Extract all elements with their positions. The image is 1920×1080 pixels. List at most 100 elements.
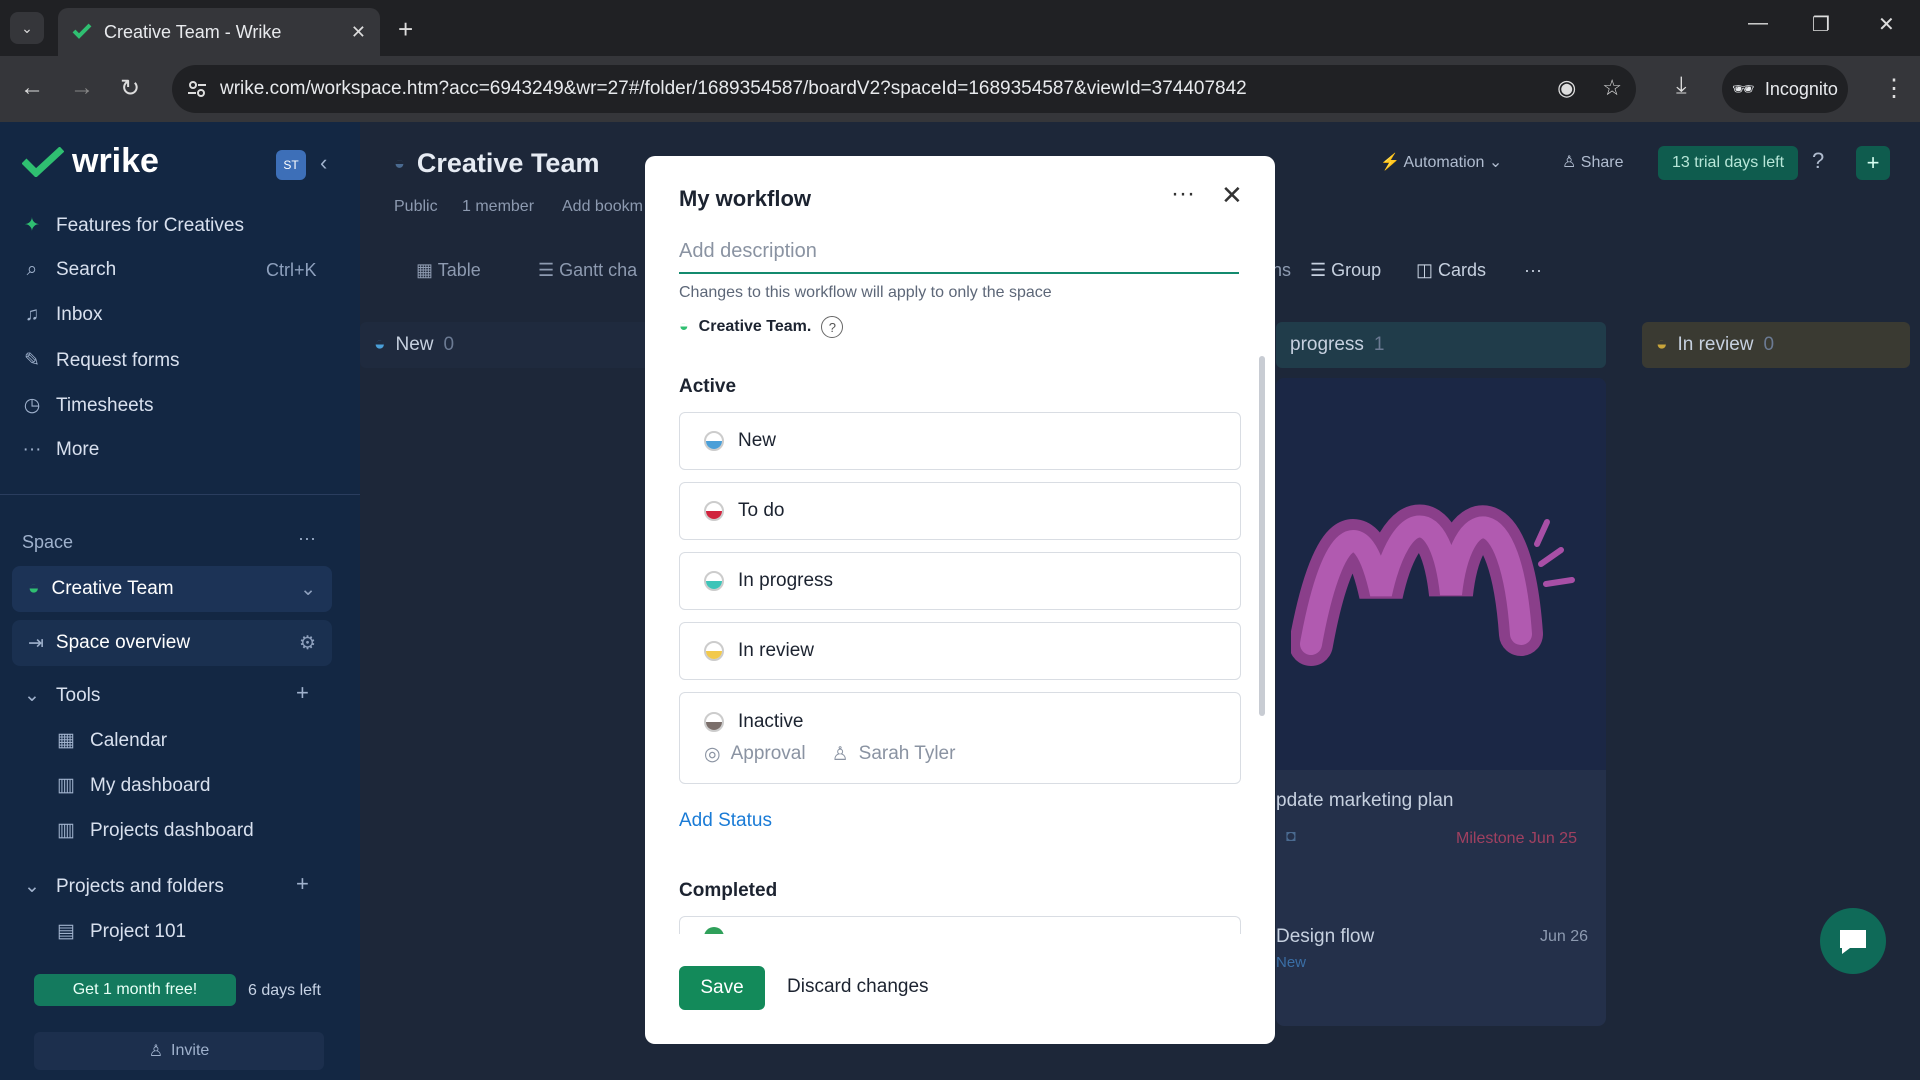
discard-changes-button[interactable]: Discard changes <box>787 976 929 998</box>
visibility-label[interactable]: Public <box>394 198 438 216</box>
share-button[interactable]: ♙ Share <box>1562 152 1624 172</box>
column-header-in-progress[interactable]: progress 1 <box>1276 322 1606 368</box>
status-row-inactive[interactable]: Inactive ◎ Approval ♙ Sarah Tyler <box>679 692 1241 784</box>
user-icon: ♙ <box>1562 154 1581 171</box>
browser-tab[interactable]: Creative Team - Wrike ✕ <box>58 8 380 56</box>
status-inactive-icon <box>704 711 724 732</box>
minimize-icon[interactable]: — <box>1748 12 1768 35</box>
card-title[interactable]: pdate marketing plan <box>1276 790 1453 812</box>
tab-search-button[interactable]: ⌄ <box>10 12 44 44</box>
sidebar-item-request-forms[interactable]: ✎ Request forms <box>22 349 180 372</box>
tab-table[interactable]: ▦ Table <box>416 260 481 281</box>
approval-label: Approval <box>730 743 806 764</box>
space-selector[interactable]: ◒ Creative Team ⌄ <box>12 566 332 612</box>
chevron-down-icon: ⌄ <box>24 876 40 897</box>
tools-section[interactable]: ⌄ Tools <box>22 684 100 707</box>
reload-icon[interactable]: ↻ <box>120 74 140 103</box>
browser-tab-bar: ⌄ Creative Team - Wrike ✕ + — ❐ ✕ <box>0 0 1920 56</box>
sidebar-item-timesheets[interactable]: ◷ Timesheets <box>22 394 154 417</box>
wrike-logo[interactable]: wrike <box>22 142 159 181</box>
sparkle-icon: ✦ <box>24 215 40 236</box>
workflow-modal: My workflow ··· ✕ Changes to this workfl… <box>645 156 1275 1044</box>
space-overview-item[interactable]: ⇥ Space overview ⚙ <box>12 620 332 666</box>
tool-item-my-dashboard[interactable]: ▥ My dashboard <box>56 774 210 797</box>
back-icon[interactable]: ← <box>20 74 44 102</box>
url-field[interactable]: wrike.com/workspace.htm?acc=6943249&wr=2… <box>172 65 1636 113</box>
space-section-label: Space <box>22 532 74 552</box>
column-label: In review <box>1677 334 1754 355</box>
forward-icon[interactable]: → <box>70 74 94 102</box>
incognito-badge[interactable]: 🕶 Incognito <box>1722 65 1848 113</box>
subtask-title[interactable]: Design flow <box>1276 926 1374 948</box>
window-close-icon[interactable]: ✕ <box>1878 12 1895 37</box>
browser-menu-icon[interactable]: ⋮ <box>1882 74 1906 103</box>
table-icon: ▦ <box>416 260 438 280</box>
site-info-icon[interactable] <box>186 78 208 100</box>
invite-button[interactable]: ♙ Invite <box>34 1032 324 1070</box>
tool-item-calendar[interactable]: ▦ Calendar <box>56 729 167 752</box>
help-icon[interactable]: ? <box>821 316 844 338</box>
close-icon[interactable]: ✕ <box>1221 180 1243 211</box>
status-row-in-review[interactable]: In review <box>679 622 1241 680</box>
save-button[interactable]: Save <box>679 966 765 1010</box>
column-header-new[interactable]: ◒ New 0 <box>360 322 660 368</box>
trial-badge[interactable]: 13 trial days left <box>1658 146 1798 180</box>
status-in-progress-icon <box>704 571 724 591</box>
incognito-label: Incognito <box>1764 78 1838 99</box>
cards-button[interactable]: ◫ Cards <box>1416 260 1486 281</box>
task-card[interactable]: pdate marketing plan ◘ Milestone Jun 25 … <box>1276 378 1606 1026</box>
get-free-month-button[interactable]: Get 1 month free! <box>34 974 236 1006</box>
modal-scrollbar[interactable] <box>1259 356 1265 716</box>
status-row-to-do[interactable]: To do <box>679 482 1241 540</box>
gantt-icon: ☰ <box>538 260 560 280</box>
add-bookmark-link[interactable]: Add bookm <box>562 198 643 216</box>
sidebar-item-label: Request forms <box>56 349 180 371</box>
projects-section[interactable]: ⌄ Projects and folders <box>22 875 224 898</box>
members-label[interactable]: 1 member <box>462 198 534 216</box>
chevron-down-icon: ⌄ <box>300 578 316 600</box>
add-tool-icon[interactable]: + <box>296 680 309 706</box>
help-icon[interactable]: ? <box>1812 148 1824 174</box>
sidebar-item-more[interactable]: ··· More <box>22 439 100 461</box>
automation-button[interactable]: ⚡ Automation ⌄ <box>1380 152 1502 172</box>
sidebar-item-inbox[interactable]: ♫ Inbox <box>22 304 103 326</box>
column-header-in-review[interactable]: ◒ In review 0 <box>1642 322 1910 368</box>
bookmark-star-icon[interactable]: ☆ <box>1602 75 1622 101</box>
avatar[interactable]: ST <box>276 150 306 180</box>
sidebar-item-features[interactable]: ✦ Features for Creatives <box>22 214 244 237</box>
status-row-in-progress[interactable]: In progress <box>679 552 1241 610</box>
space-icon: ◒ <box>28 578 40 599</box>
description-input[interactable] <box>679 230 1239 274</box>
column-count: 0 <box>443 334 455 355</box>
view-more-icon[interactable]: ··· <box>1524 260 1542 281</box>
approval-info: ◎ Approval ♙ Sarah Tyler <box>704 743 955 766</box>
sidebar-item-search[interactable]: ⌕ Search <box>22 259 117 281</box>
tool-item-projects-dashboard[interactable]: ▥ Projects dashboard <box>56 819 254 842</box>
chat-bubble-button[interactable] <box>1820 908 1886 974</box>
card-assign-icon[interactable]: ◘ <box>1286 828 1296 846</box>
card-milestone: Milestone Jun 25 <box>1456 830 1577 847</box>
collapse-sidebar-icon[interactable]: ‹ <box>320 150 327 176</box>
card-cover-image <box>1276 378 1606 770</box>
space-options-icon[interactable]: ··· <box>298 528 316 549</box>
restore-icon[interactable]: ❐ <box>1812 12 1830 37</box>
modal-more-icon[interactable]: ··· <box>1171 180 1195 208</box>
project-item[interactable]: ▤ Project 101 <box>56 920 186 943</box>
status-row-completed-partial[interactable] <box>679 916 1241 934</box>
add-status-link[interactable]: Add Status <box>679 810 772 832</box>
eye-off-icon[interactable]: ◉ <box>1557 75 1576 101</box>
group-button[interactable]: ☰ Group <box>1310 260 1381 281</box>
new-tab-icon[interactable]: + <box>398 14 413 45</box>
m-logo-illustration <box>1291 504 1575 666</box>
search-icon: ⌕ <box>26 259 38 280</box>
address-bar: ← → ↻ wrike.com/workspace.htm?acc=694324… <box>0 56 1920 122</box>
space-name: Creative Team <box>51 578 174 599</box>
tab-close-icon[interactable]: ✕ <box>351 22 366 43</box>
clock-icon: ◷ <box>23 395 41 416</box>
gear-icon[interactable]: ⚙ <box>299 632 316 655</box>
create-new-icon[interactable]: + <box>1856 146 1890 180</box>
tab-gantt[interactable]: ☰ Gantt cha <box>538 260 637 281</box>
download-icon[interactable]: ⤓ <box>1676 72 1687 100</box>
status-row-new[interactable]: New <box>679 412 1241 470</box>
add-project-icon[interactable]: + <box>296 871 309 897</box>
